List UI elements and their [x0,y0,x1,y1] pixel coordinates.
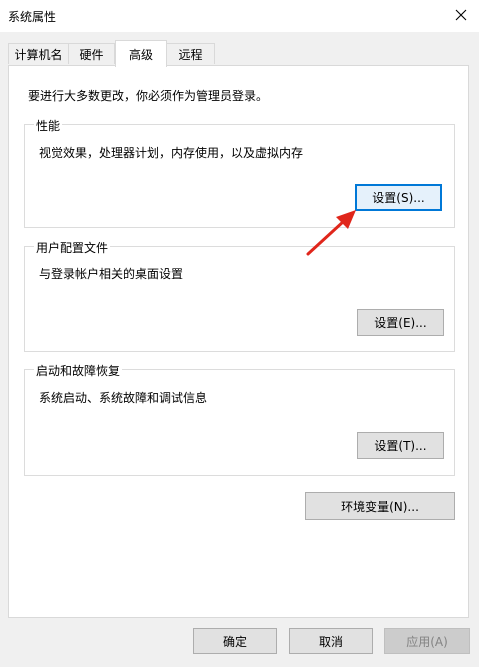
close-button[interactable] [449,4,473,26]
tab-remote[interactable]: 远程 [166,43,215,64]
performance-settings-button[interactable]: 设置(S)... [355,184,442,211]
startup-recovery-settings-button[interactable]: 设置(T)... [357,432,444,459]
apply-button[interactable]: 应用(A) [384,628,470,654]
user-profiles-group-title: 用户配置文件 [34,239,111,256]
window-title: 系统属性 [8,10,57,24]
close-icon [455,9,467,21]
admin-notice: 要进行大多数更改，你必须作为管理员登录。 [28,89,269,103]
ok-button[interactable]: 确定 [193,628,277,654]
tab-hardware[interactable]: 硬件 [68,43,115,64]
tab-label: 远程 [178,47,203,62]
startup-recovery-description: 系统启动、系统故障和调试信息 [39,391,208,405]
user-profiles-group: 用户配置文件 与登录帐户相关的桌面设置 设置(E)... [24,239,455,352]
performance-group-title: 性能 [34,117,63,134]
advanced-tab-panel: 要进行大多数更改，你必须作为管理员登录。 性能 视觉效果，处理器计划，内存使用，… [8,65,469,618]
tab-label: 计算机名 [14,47,63,62]
startup-recovery-group-title: 启动和故障恢复 [34,362,123,379]
title-bar: 系统属性 [0,0,479,32]
cancel-button[interactable]: 取消 [289,628,373,654]
performance-group: 性能 视觉效果，处理器计划，内存使用，以及虚拟内存 设置(S)... [24,117,455,228]
startup-recovery-group: 启动和故障恢复 系统启动、系统故障和调试信息 设置(T)... [24,362,455,476]
user-profiles-settings-button[interactable]: 设置(E)... [357,309,444,336]
tab-computer-name[interactable]: 计算机名 [8,43,69,64]
tab-advanced[interactable]: 高级 [115,40,167,67]
tab-label: 硬件 [79,47,104,62]
environment-variables-button[interactable]: 环境变量(N)... [305,492,455,520]
performance-description: 视觉效果，处理器计划，内存使用，以及虚拟内存 [39,146,304,160]
user-profiles-description: 与登录帐户相关的桌面设置 [39,267,184,281]
tab-label: 高级 [128,47,153,62]
